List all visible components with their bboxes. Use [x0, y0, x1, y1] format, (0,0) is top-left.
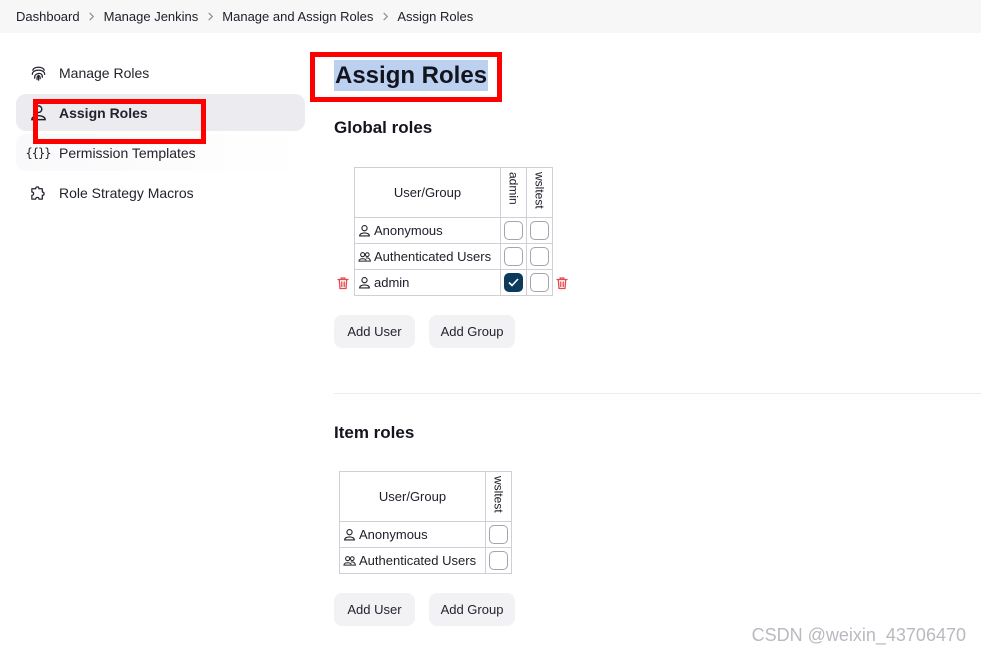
checkbox-admin-admin[interactable] [504, 273, 523, 292]
row-label: admin [374, 275, 410, 290]
watermark: CSDN @weixin_43706470 [751, 625, 966, 645]
row-label: Authenticated Users [374, 249, 492, 264]
item-add-user-button[interactable]: Add User [334, 593, 415, 626]
checkbox-anonymous-wsltest[interactable] [530, 221, 549, 240]
breadcrumb-dashboard[interactable]: Dashboard [16, 9, 80, 24]
table-row: Authenticated Users [339, 547, 512, 574]
table-header-row: User/Group wsltest [339, 471, 512, 522]
annotation-box-title [310, 52, 502, 102]
checkbox-anonymous-admin[interactable] [504, 221, 523, 240]
chevron-right-icon [198, 12, 222, 21]
delete-row-left-trash-icon[interactable] [336, 276, 350, 290]
role-header-wsltest: wsltest [485, 471, 512, 522]
item-roles-table: User/Group wsltest Anonymous Authenticat… [339, 471, 512, 574]
item-add-group-button[interactable]: Add Group [429, 593, 515, 626]
breadcrumb-manage-jenkins[interactable]: Manage Jenkins [104, 9, 199, 24]
row-label: Authenticated Users [359, 553, 477, 568]
global-add-user-button[interactable]: Add User [334, 315, 415, 348]
global-add-group-button[interactable]: Add Group [429, 315, 515, 348]
sidebar-item-role-strategy-macros[interactable]: Role Strategy Macros [16, 174, 305, 211]
section-divider [334, 393, 981, 394]
global-roles-table: User/Group admin wsltest Anonymous Authe… [354, 167, 553, 296]
user-icon [359, 277, 370, 289]
table-header-row: User/Group admin wsltest [354, 167, 553, 218]
fingerprint-icon [28, 63, 48, 83]
table-row: Authenticated Users [354, 243, 553, 270]
puzzle-icon [28, 183, 48, 203]
role-header-wsltest: wsltest [526, 167, 553, 218]
group-icon [358, 252, 371, 262]
row-name-authenticated: Authenticated Users [339, 547, 486, 574]
row-label: Anonymous [359, 527, 428, 542]
row-name-anonymous: Anonymous [339, 521, 486, 548]
sidebar-item-label: Role Strategy Macros [59, 184, 194, 201]
checkbox-authenticated-admin[interactable] [504, 247, 523, 266]
sidebar-item-manage-roles[interactable]: Manage Roles [16, 54, 305, 91]
table-row: Anonymous [354, 217, 553, 244]
check-icon [508, 278, 519, 287]
user-icon [344, 529, 355, 541]
group-icon [343, 556, 356, 566]
role-header-admin: admin [500, 167, 527, 218]
chevron-right-icon [80, 12, 104, 21]
sidebar-item-label: Manage Roles [59, 64, 150, 81]
delete-row-right-trash-icon[interactable] [555, 276, 569, 290]
item-roles-heading: Item roles [334, 423, 415, 442]
global-roles-heading: Global roles [334, 118, 433, 137]
row-label: Anonymous [374, 223, 443, 238]
checkbox-authenticated-wsltest[interactable] [530, 247, 549, 266]
braces-icon: {{}} [25, 145, 52, 160]
sidebar-item-label: Permission Templates [59, 144, 196, 161]
checkbox-admin-wsltest[interactable] [530, 273, 549, 292]
row-name-authenticated: Authenticated Users [354, 243, 501, 270]
annotation-box-sidebar [33, 99, 206, 144]
table-row: admin [354, 269, 553, 296]
row-name-anonymous: Anonymous [354, 217, 501, 244]
row-name-admin: admin [354, 269, 501, 296]
user-icon [359, 225, 370, 237]
user-group-header: User/Group [354, 167, 501, 218]
checkbox-item-authenticated-wsltest[interactable] [489, 551, 508, 570]
user-group-header: User/Group [339, 471, 486, 522]
checkbox-item-anonymous-wsltest[interactable] [489, 525, 508, 544]
table-row: Anonymous [339, 521, 512, 548]
